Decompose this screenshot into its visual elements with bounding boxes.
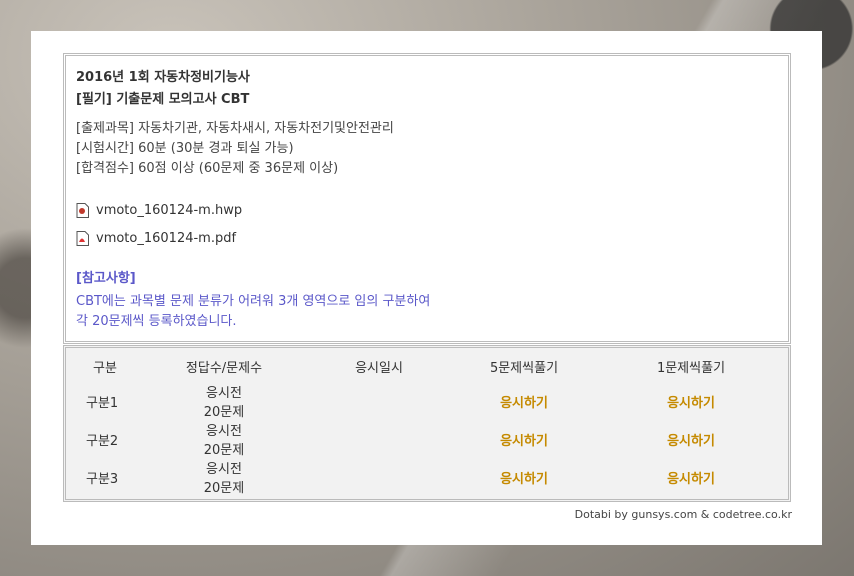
row-section: 구분3 [86, 471, 119, 487]
table-row: 구분3 응시전 20문제 응시하기 응시하기 [66, 460, 788, 498]
start-one-button[interactable]: 응시하기 [667, 472, 715, 487]
hwp-file-icon [76, 202, 89, 218]
header-five: 5문제씩풀기 [489, 360, 559, 376]
exam-table-box: 구분 정답수/문제수 응시일시 5문제씩풀기 1문제씩풀기 구분1 응시전 20문… [63, 345, 791, 502]
footer-credit: Dotabi by gunsys.com & codetree.co.kr [574, 508, 792, 521]
row-count: 20문제 [203, 443, 245, 458]
start-one-button[interactable]: 응시하기 [667, 434, 715, 449]
note-line-2: 각 20문제씩 등록하였습니다. [76, 314, 237, 329]
start-one-button[interactable]: 응시하기 [667, 396, 715, 411]
header-section: 구분 [93, 360, 117, 376]
pdf-file-link[interactable]: vmoto_160124-m.pdf [76, 224, 779, 252]
table-row: 구분2 응시전 20문제 응시하기 응시하기 [66, 422, 788, 460]
row-score: 응시전 20문제 [144, 384, 304, 422]
row-score: 응시전 20문제 [144, 422, 304, 460]
row-count: 20문제 [203, 481, 245, 496]
content-frame: 2016년 1회 자동차정비기능사 [필기] 기출문제 모의고사 CBT [출제… [31, 31, 822, 545]
exam-subtitle: [필기] 기출문제 모의고사 CBT [76, 92, 250, 107]
row-score: 응시전 20문제 [144, 460, 304, 498]
row-status: 응시전 [206, 386, 242, 401]
info-time: [시험시간] 60분 (30분 경과 퇴실 가능) [76, 141, 294, 156]
note-text: CBT에는 과목별 문제 분류가 어려워 3개 영역으로 임의 구분하여 각 2… [76, 292, 779, 332]
pdf-file-name[interactable]: vmoto_160124-m.pdf [96, 231, 236, 246]
start-five-button[interactable]: 응시하기 [500, 472, 548, 487]
exam-table: 구분 정답수/문제수 응시일시 5문제씩풀기 1문제씩풀기 구분1 응시전 20문… [66, 348, 788, 498]
exam-info: [출제과목] 자동차기관, 자동차새시, 자동차전기및안전관리 [시험시간] 6… [76, 119, 779, 179]
note-title: [참고사항] [76, 271, 136, 286]
row-status: 응시전 [206, 424, 242, 439]
row-date [304, 422, 454, 460]
table-row: 구분1 응시전 20문제 응시하기 응시하기 [66, 384, 788, 422]
note-line-1: CBT에는 과목별 문제 분류가 어려워 3개 영역으로 임의 구분하여 [76, 294, 431, 309]
start-five-button[interactable]: 응시하기 [500, 434, 548, 449]
row-section: 구분1 [86, 395, 119, 411]
header-score: 정답수/문제수 [185, 360, 263, 376]
header-date: 응시일시 [355, 360, 403, 376]
row-section: 구분2 [86, 433, 119, 449]
info-pass-score: [합격점수] 60점 이상 (60문제 중 36문제 이상) [76, 161, 339, 176]
row-count: 20문제 [203, 405, 245, 420]
row-status: 응시전 [206, 462, 242, 477]
start-five-button[interactable]: 응시하기 [500, 396, 548, 411]
row-date [304, 460, 454, 498]
exam-title: 2016년 1회 자동차정비기능사 [76, 70, 250, 85]
pdf-file-icon [76, 230, 89, 246]
table-header-row: 구분 정답수/문제수 응시일시 5문제씩풀기 1문제씩풀기 [66, 348, 788, 384]
hwp-file-name[interactable]: vmoto_160124-m.hwp [96, 203, 242, 218]
row-date [304, 384, 454, 422]
exam-info-panel: 2016년 1회 자동차정비기능사 [필기] 기출문제 모의고사 CBT [출제… [63, 53, 791, 344]
info-subjects: [출제과목] 자동차기관, 자동차새시, 자동차전기및안전관리 [76, 121, 394, 136]
header-one: 1문제씩풀기 [656, 360, 726, 376]
hwp-file-link[interactable]: vmoto_160124-m.hwp [76, 196, 779, 224]
file-list: vmoto_160124-m.hwp vmoto_160124-m.pdf [76, 196, 779, 252]
